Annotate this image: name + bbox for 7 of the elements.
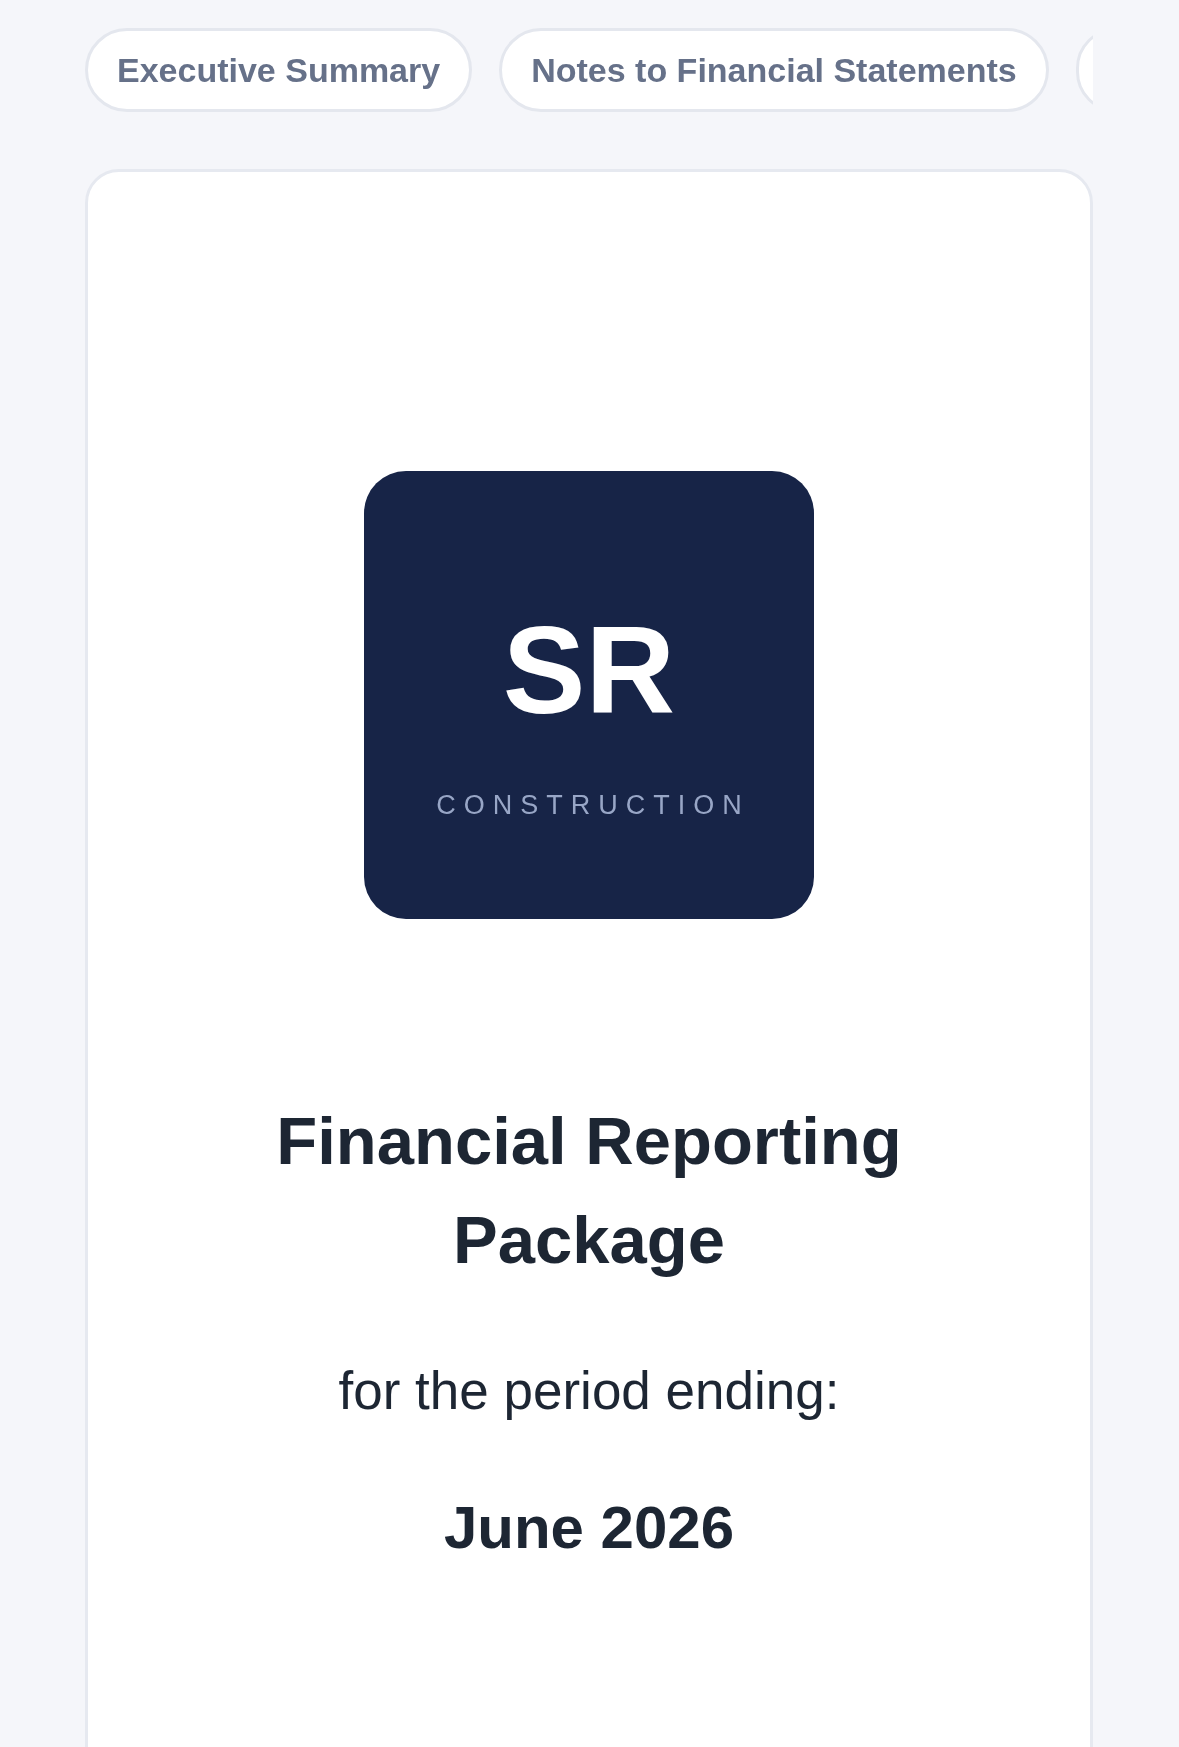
tab[interactable]: Notes to Financial Statements: [499, 28, 1049, 112]
period-date: June 2026: [443, 1492, 735, 1563]
tab[interactable]: Executive Summary: [85, 28, 473, 112]
logo-monogram: SR: [502, 608, 676, 732]
period-label: for the period ending:: [338, 1360, 840, 1422]
report-title: Financial Reporting Package: [275, 1102, 903, 1279]
logo-subtitle: CONSTRUCTION: [435, 792, 750, 819]
